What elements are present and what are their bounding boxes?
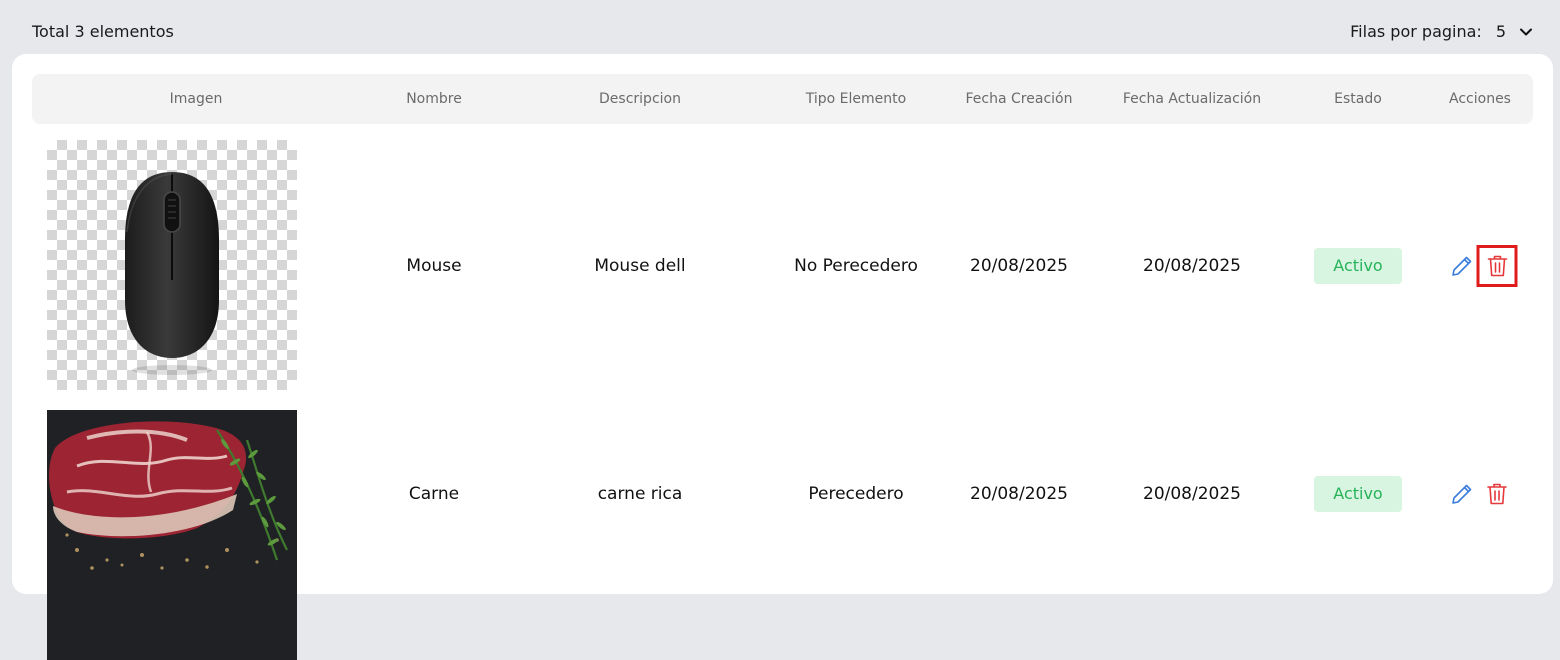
edit-button[interactable] — [1447, 251, 1477, 281]
elements-table-card: Imagen Nombre Descripcion Tipo Elemento … — [12, 54, 1553, 660]
rows-per-page-label: Filas por pagina: — [1350, 22, 1482, 41]
table-header: Imagen Nombre Descripcion Tipo Elemento … — [32, 74, 1533, 124]
column-header-fecha-creacion: Fecha Creación — [965, 91, 1073, 107]
delete-button[interactable] — [1482, 479, 1512, 509]
trash-icon — [1487, 483, 1507, 505]
meat-image — [47, 410, 297, 660]
cell-tipo-elemento: Perecedero — [808, 484, 904, 504]
cell-nombre: Mouse — [406, 256, 462, 276]
table-row: Carne carne rica Perecedero 20/08/2025 2… — [12, 410, 1553, 660]
column-header-acciones: Acciones — [1449, 91, 1511, 107]
rows-per-page-select[interactable]: 5 — [1496, 22, 1532, 41]
column-header-fecha-actualizacion: Fecha Actualización — [1122, 91, 1262, 107]
cell-tipo-elemento: No Perecedero — [794, 256, 918, 276]
mouse-image — [47, 140, 297, 390]
column-header-imagen: Imagen — [169, 91, 223, 107]
column-header-descripcion: Descripcion — [599, 91, 681, 107]
cell-descripcion: Mouse dell — [594, 256, 686, 276]
chevron-down-icon — [1520, 28, 1532, 35]
cell-fecha-actualizacion: 20/08/2025 — [1143, 256, 1241, 276]
cell-nombre: Carne — [408, 484, 460, 504]
trash-icon — [1487, 255, 1507, 277]
column-header-nombre: Nombre — [406, 91, 462, 107]
rows-per-page-value: 5 — [1495, 22, 1506, 41]
total-count: Total 3 elementos — [32, 22, 174, 41]
pencil-icon — [1452, 484, 1472, 504]
status-badge: Activo — [1314, 476, 1402, 512]
cell-fecha-actualizacion: 20/08/2025 — [1143, 484, 1241, 504]
pencil-icon — [1452, 256, 1472, 276]
column-header-tipo-elemento: Tipo Elemento — [805, 91, 907, 107]
column-header-estado: Estado — [1334, 91, 1382, 107]
table-row: Mouse Mouse dell No Perecedero 20/08/202… — [12, 140, 1553, 395]
cell-descripcion: carne rica — [597, 484, 683, 504]
edit-button[interactable] — [1447, 479, 1477, 509]
cell-fecha-creacion: 20/08/2025 — [970, 484, 1068, 504]
cell-fecha-creacion: 20/08/2025 — [970, 256, 1068, 276]
status-badge: Activo — [1314, 248, 1402, 284]
delete-button[interactable] — [1476, 245, 1518, 287]
rows-per-page: Filas por pagina: 5 — [1350, 22, 1532, 41]
